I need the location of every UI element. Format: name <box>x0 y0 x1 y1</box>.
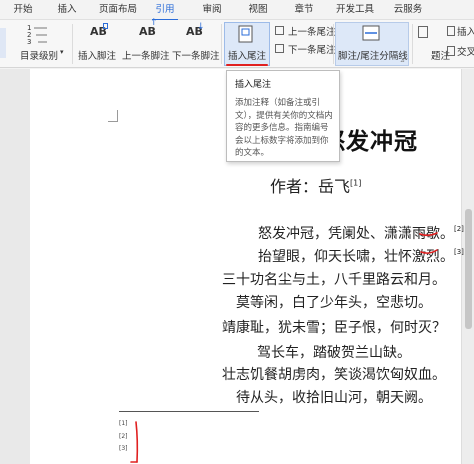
next-endnote-button[interactable]: 下一条尾注 <box>288 42 336 56</box>
chevron-down-icon[interactable]: ▾ <box>60 48 64 56</box>
next-endnote-icon[interactable] <box>275 44 284 53</box>
tab-review[interactable]: 审阅 <box>198 2 226 18</box>
page-crop-mark <box>108 110 118 122</box>
cross-reference-button[interactable]: 交叉 <box>457 44 474 58</box>
poem-line-3[interactable]: 三十功名尘与土，八千里路云和月。 <box>222 269 446 289</box>
tooltip-body: 添加注释（如备注或引文），提供有关你的文档内容的更多信息。指南编号会以上标数字将… <box>235 98 333 158</box>
arrow-up-icon: ↑ <box>150 18 158 28</box>
insert-table-of-figures-button[interactable]: 插入 <box>457 24 474 38</box>
caption-icon[interactable] <box>418 26 428 38</box>
scrollbar-thumb[interactable] <box>465 209 472 329</box>
endnote-1[interactable]: [1] <box>119 420 128 427</box>
next-footnote-button[interactable]: 下一条脚注 <box>172 48 220 62</box>
tooltip-title: 插入尾注 <box>235 80 272 90</box>
insert-endnote-tooltip: 插入尾注 添加注释（如备注或引文），提供有关你的文档内容的更多信息。指南编号会以… <box>226 70 340 162</box>
tab-page-layout[interactable]: 页面布局 <box>92 2 144 18</box>
menu-tab-bar: 开始 插入 页面布局 引用 审阅 视图 章节 开发工具 云服务 <box>0 0 474 21</box>
red-bracket-mark <box>130 421 139 463</box>
insert-endnote-label[interactable]: 插入尾注 <box>228 48 266 62</box>
vertical-scrollbar[interactable] <box>461 69 474 464</box>
red-underline-mark <box>226 64 268 66</box>
poem-line-6[interactable]: 驾长车，踏破贺兰山缺。 <box>257 342 411 362</box>
prev-endnote-button[interactable]: 上一条尾注 <box>288 24 336 38</box>
poem-line-7[interactable]: 壮志饥餐胡虏肉，笑谈渴饮匈奴血。 <box>222 364 446 384</box>
red-annotation-mark <box>419 232 438 254</box>
insert-footnote-button[interactable]: 插入脚注 <box>78 48 116 62</box>
tab-developer[interactable]: 开发工具 <box>330 2 380 18</box>
ribbon-left-edge-icon <box>0 28 6 58</box>
tab-cloud[interactable]: 云服务 <box>388 2 428 18</box>
dialog-launcher-icon[interactable]: ⊿ <box>400 57 405 64</box>
cross-reference-icon[interactable] <box>447 46 455 56</box>
endnote-2[interactable]: [2] <box>119 433 128 440</box>
toc-level-label[interactable]: 目录级别 <box>20 48 58 62</box>
insert-table-of-figures-icon[interactable] <box>447 26 455 36</box>
wps-writer-window: 开始 插入 页面布局 引用 审阅 视图 章节 开发工具 云服务 1 2 3 目录… <box>0 0 474 464</box>
separator-line-label[interactable]: 脚注/尾注分隔线 <box>338 48 408 62</box>
footnote-superscript-icon <box>103 23 108 29</box>
prev-footnote-button[interactable]: 上一条脚注 <box>122 48 170 62</box>
endnote-ref-1[interactable]: [1] <box>350 179 361 188</box>
tab-references[interactable]: 引用 <box>148 2 182 21</box>
endnote-ref-3[interactable]: [3] <box>454 248 464 256</box>
endnote-icon <box>238 25 254 43</box>
tab-insert[interactable]: 插入 <box>52 2 82 18</box>
poem-line-5[interactable]: 靖康耻，犹未雪；臣子恨，何时灭？ <box>222 317 446 337</box>
svg-text:3: 3 <box>27 38 31 45</box>
tab-home[interactable]: 开始 <box>8 2 38 18</box>
arrow-down-icon: ↓ <box>197 22 205 32</box>
tab-section[interactable]: 章节 <box>290 2 318 18</box>
separator-line-icon <box>362 25 380 41</box>
toc-level-icon[interactable]: 1 2 3 <box>25 23 49 46</box>
ribbon-references: 1 2 3 目录级别 ▾ AB 插入脚注 AB ↑ 上一条脚注 AB ↓ 下一条… <box>0 18 474 68</box>
author-label: 作者：岳飞 <box>270 177 351 196</box>
tab-view[interactable]: 视图 <box>244 2 272 18</box>
endnote-separator-line <box>119 411 259 412</box>
endnote-ref-2[interactable]: [2] <box>454 225 464 233</box>
prev-endnote-icon[interactable] <box>275 26 284 35</box>
endnote-3[interactable]: [3] <box>119 445 128 452</box>
poem-line-4[interactable]: 莫等闲，白了少年头，空悲切。 <box>236 292 432 312</box>
poem-line-8[interactable]: 待从头，收拾旧山河，朝天阙。 <box>236 387 432 407</box>
poem-author[interactable]: 作者：岳飞[1] <box>270 173 361 197</box>
